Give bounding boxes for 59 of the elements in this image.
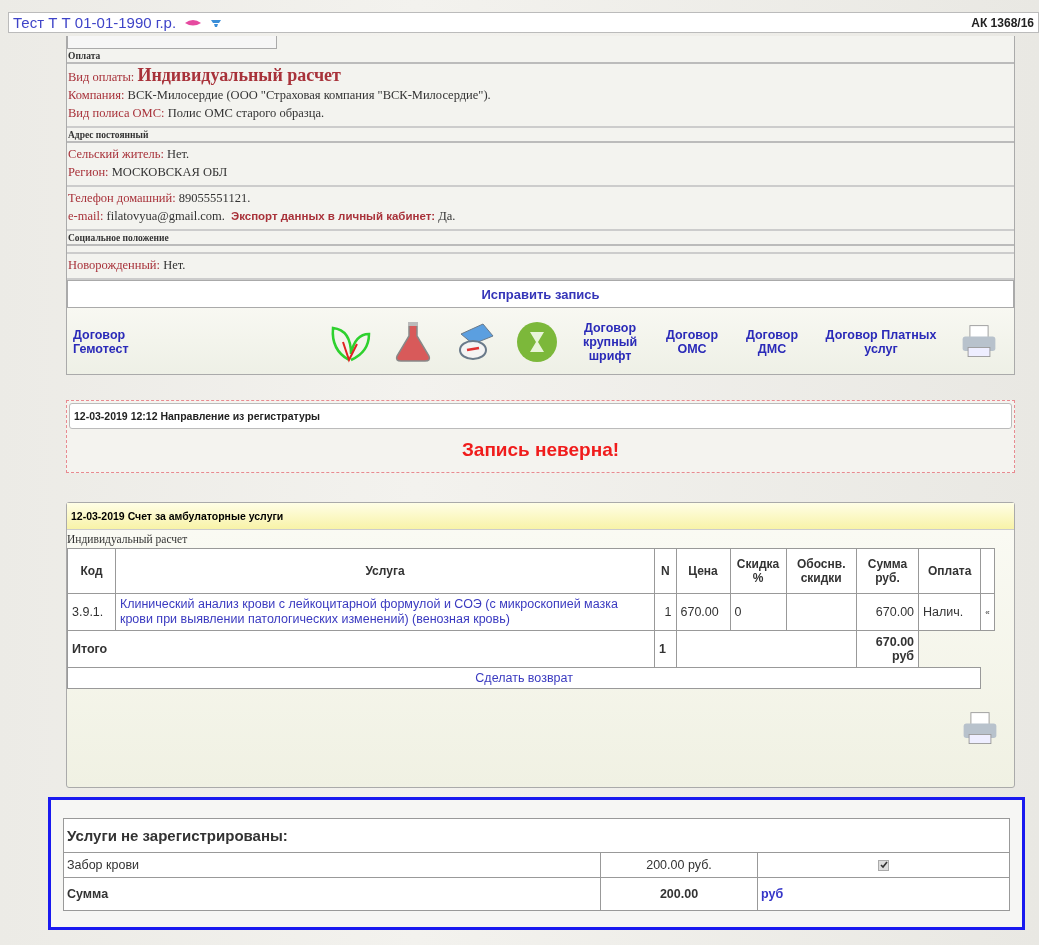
payment-type: Индивидуальный расчет xyxy=(67,532,189,548)
table-cell: 670.00 xyxy=(856,593,919,631)
patient-link[interactable]: Тест Т Т 01-01-1990 г.р. xyxy=(13,14,177,31)
contract-link[interactable]: Договор ОМС xyxy=(661,328,723,356)
field-label: Сельский житель: xyxy=(68,147,164,161)
field-value: Нет. xyxy=(167,147,190,161)
edit-record-button[interactable]: Исправить запись xyxy=(67,280,1014,308)
column-header: Услуга xyxy=(115,548,655,594)
refund-link[interactable]: Сделать возврат xyxy=(475,671,573,685)
field-label: Вид полиса ОМС: xyxy=(68,106,165,120)
column-header: Цена xyxy=(676,548,730,594)
field-label: Экспорт данных в личный кабинет: xyxy=(230,210,436,222)
table-cell: 3.9.1. xyxy=(67,593,116,631)
contract-link[interactable]: Договор ДМС xyxy=(741,328,803,356)
column-header: Сумма руб. xyxy=(856,548,919,594)
table-cell: Сумма xyxy=(63,877,601,911)
table-cell: 200.00 xyxy=(600,877,758,911)
field-label: Компания: xyxy=(68,88,125,102)
field-value: Индивидуальный расчет xyxy=(137,65,341,85)
section-title: Адрес постоянный xyxy=(67,128,1014,143)
column-header: Оплата xyxy=(918,548,981,594)
column-header: N xyxy=(654,548,676,594)
field-value: ВСК-Милосердие (ООО "Страховая компания "ВСК-Милосердие"). xyxy=(127,88,491,102)
contract-link[interactable]: Договор крупный шрифт xyxy=(577,321,643,363)
unregistered-title: Услуги не зарегистрированы: xyxy=(63,818,1010,853)
section-title: Социальное положение xyxy=(67,231,1014,246)
column-header: Обоснв. скидки xyxy=(786,548,857,594)
column-header: Скидка % xyxy=(730,548,787,594)
field-label: Телефон домашний: xyxy=(68,191,176,205)
hourglass-icon[interactable] xyxy=(515,320,559,364)
section-title: Оплата xyxy=(67,49,1014,64)
field-label: Регион: xyxy=(68,165,109,179)
field-label: e-mail: xyxy=(68,209,104,223)
table-cell: Итого xyxy=(67,630,655,668)
invoice-title: 12-03-2019 Счет за амбулаторные услуги xyxy=(67,503,1014,530)
contract-link[interactable]: Договор Платных услуг xyxy=(821,328,941,356)
field-label: Новорожденный: xyxy=(68,258,161,272)
pill-icon[interactable] xyxy=(210,17,223,28)
field-value: 89055551121. xyxy=(178,191,251,205)
table-cell: Забор крови xyxy=(63,852,601,878)
table-cell: 200.00 руб. xyxy=(600,852,758,878)
field-value: Да. xyxy=(438,209,456,223)
card-number: АК 1368/16 xyxy=(971,15,1034,30)
table-cell: 670.00 руб xyxy=(856,630,919,668)
column-header: Код xyxy=(67,548,116,594)
field-value: Нет. xyxy=(163,258,186,272)
field-label: Вид оплаты: xyxy=(68,70,135,84)
checkbox[interactable] xyxy=(878,859,889,871)
contract-link[interactable]: Договор Гемотест xyxy=(73,328,141,356)
error-message: Запись неверна! xyxy=(460,438,621,462)
referral-title: 12-03-2019 12:12 Направление из регистратуры xyxy=(69,403,1012,429)
eye-icon[interactable] xyxy=(184,18,203,27)
table-cell: 0 xyxy=(730,593,787,631)
table-cell: 670.00 xyxy=(676,593,730,631)
currency-link[interactable]: руб xyxy=(761,887,784,901)
field-value: МОСКОВСКАЯ ОБЛ xyxy=(111,165,228,179)
table-cell: Налич. xyxy=(918,593,981,631)
field-value: filatovyua@gmail.com. xyxy=(106,209,225,223)
field-value: Полис ОМС старого образца. xyxy=(167,106,325,120)
